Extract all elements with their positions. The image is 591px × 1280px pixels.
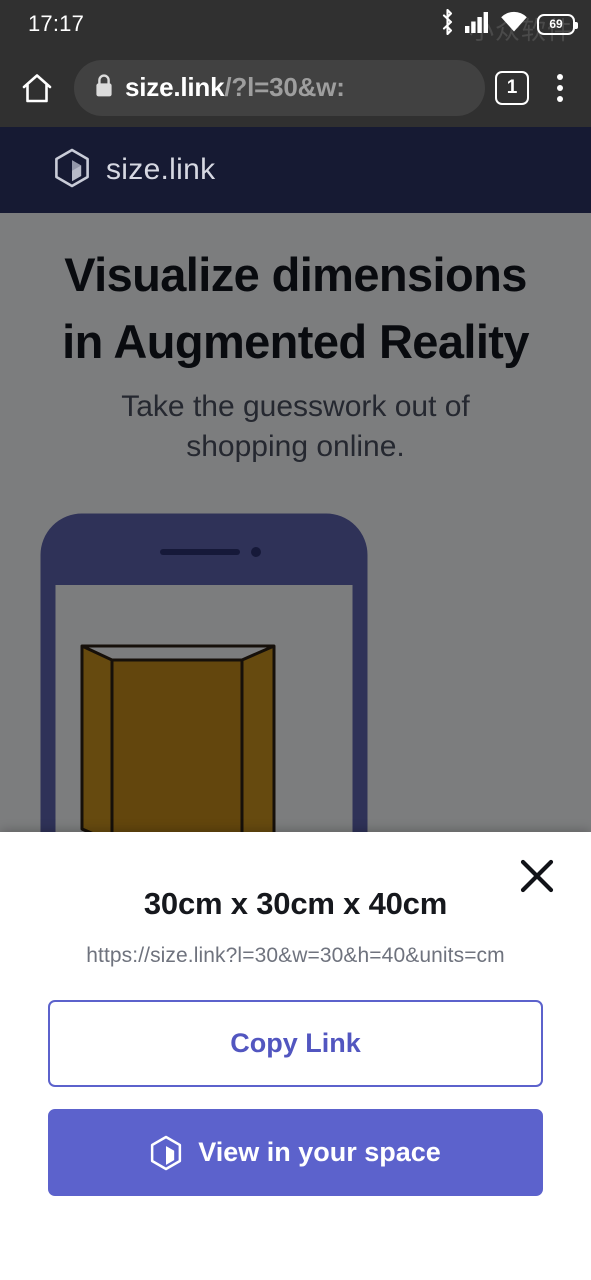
battery-percent: 69 xyxy=(549,17,563,31)
phone-screen: 17:17 69 小众软件 size.link/?l=30&w: 1 size.… xyxy=(0,0,591,1280)
site-brand-label: size.link xyxy=(106,153,216,186)
share-url-text: https://size.link?l=30&w=30&h=40&units=c… xyxy=(86,944,505,967)
wifi-icon xyxy=(500,11,528,38)
url-bar[interactable]: size.link/?l=30&w: xyxy=(74,59,485,116)
view-in-your-space-button[interactable]: View in your space xyxy=(48,1109,543,1196)
overflow-menu-icon[interactable] xyxy=(543,68,577,108)
menu-dot xyxy=(557,73,563,80)
menu-dot xyxy=(557,84,563,91)
url-text: size.link/?l=30&w: xyxy=(125,72,345,103)
cube-logo-icon xyxy=(54,148,90,193)
status-icons: 69 小众软件 xyxy=(439,8,578,45)
bluetooth-icon xyxy=(439,8,456,40)
cellular-signal-icon xyxy=(465,11,491,38)
copy-link-label: Copy Link xyxy=(230,1028,361,1058)
view-in-your-space-label: View in your space xyxy=(198,1137,441,1167)
tab-switcher-button[interactable]: 1 xyxy=(495,70,529,105)
page-title: Visualize dimensions in Augmented Realit… xyxy=(0,241,591,375)
copy-link-button[interactable]: Copy Link xyxy=(48,1000,543,1087)
browser-toolbar: size.link/?l=30&w: 1 xyxy=(0,48,591,127)
site-header: size.link xyxy=(0,127,591,213)
url-path: /?l=30&w: xyxy=(224,72,345,102)
url-host: size.link xyxy=(125,72,225,102)
android-status-bar: 17:17 69 小众软件 xyxy=(0,0,591,48)
home-icon[interactable] xyxy=(14,65,60,111)
dimensions-title: 30cm x 30cm x 40cm xyxy=(143,886,448,921)
hero-title-line-2: in Augmented Reality xyxy=(62,315,529,369)
menu-dot xyxy=(557,95,563,102)
status-clock: 17:17 xyxy=(28,11,85,36)
cube-logo-icon xyxy=(150,1135,182,1171)
battery-icon: 69 xyxy=(537,13,578,35)
share-bottom-sheet: 30cm x 30cm x 40cm https://size.link?l=3… xyxy=(0,832,591,1280)
lock-icon xyxy=(94,73,114,103)
tab-count-label: 1 xyxy=(506,76,518,98)
hero-subtitle: Take the guesswork out of shopping onlin… xyxy=(121,390,470,463)
hero-title-line-1: Visualize dimensions xyxy=(64,248,527,301)
